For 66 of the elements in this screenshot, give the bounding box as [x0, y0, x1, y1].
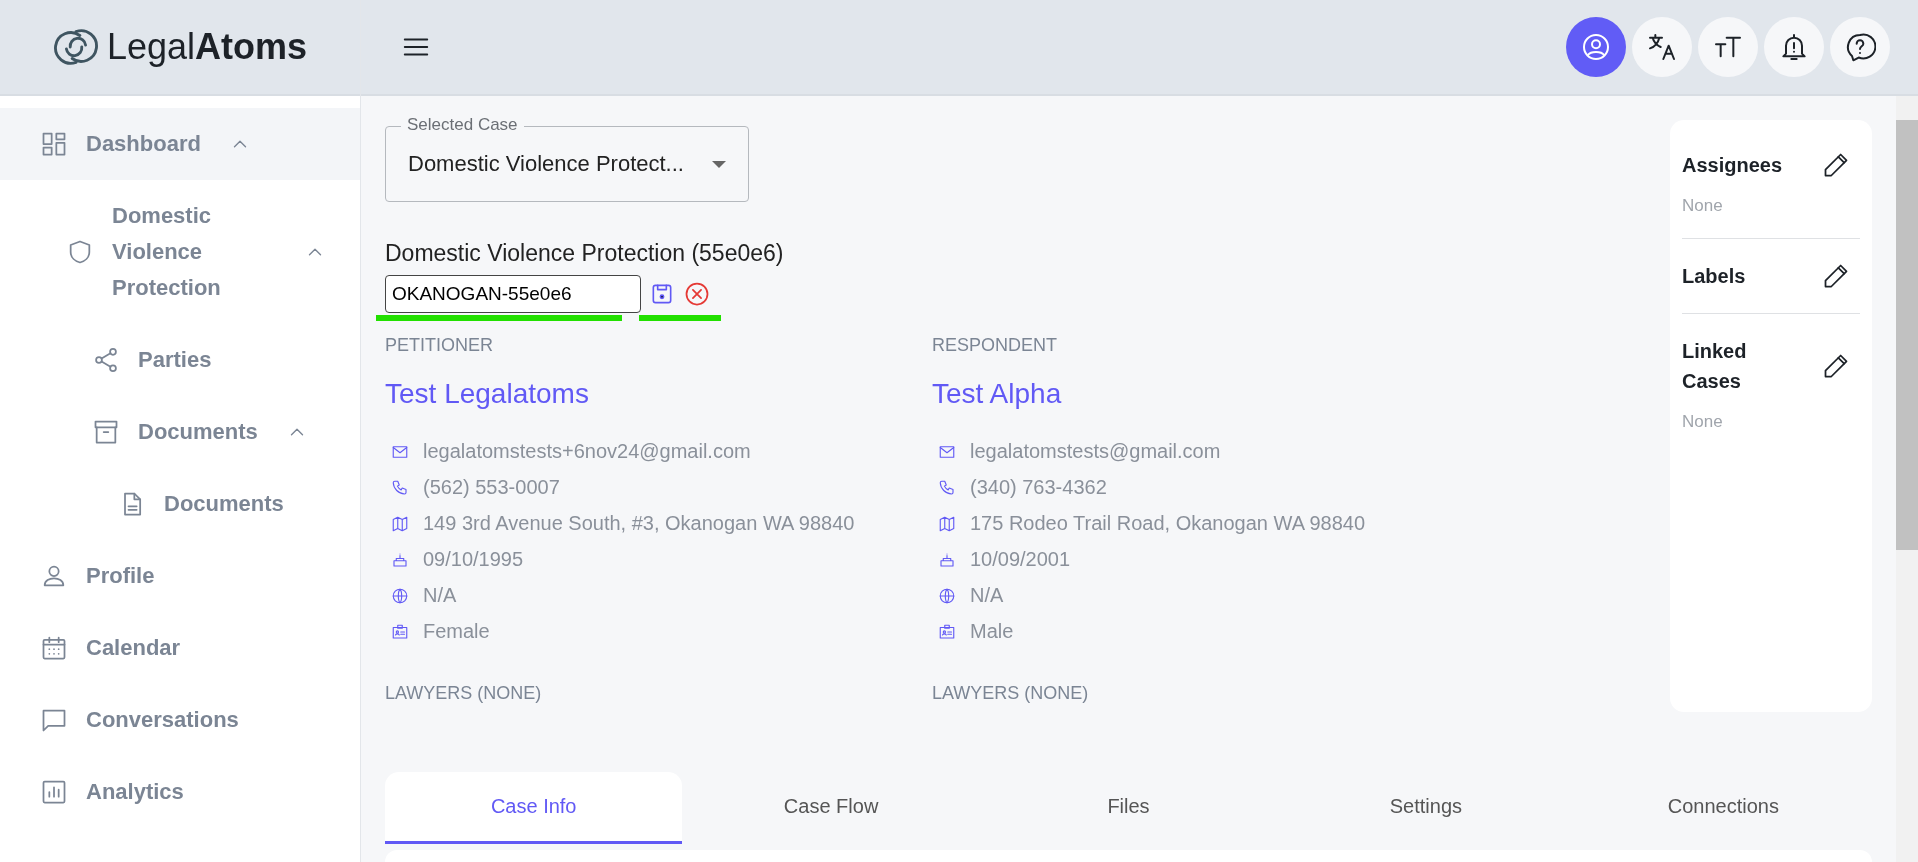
panel-value: None — [1682, 412, 1724, 432]
party-detail: Male — [970, 620, 1014, 643]
globe-icon — [391, 586, 409, 605]
map-icon — [391, 514, 409, 533]
tab[interactable]: Settings — [1277, 772, 1575, 844]
translate-icon — [1646, 31, 1678, 63]
map-icon — [938, 514, 956, 533]
chart-icon — [40, 778, 68, 806]
party-detail: Female — [423, 620, 490, 643]
profile-icon — [1580, 31, 1612, 63]
sidebar-item[interactable]: Dashboard — [0, 108, 360, 180]
party-detail: N/A — [970, 584, 1004, 607]
help-icon — [1844, 31, 1876, 63]
sidebar-item[interactable]: Domestic Violence Protection — [0, 180, 360, 324]
phone-icon — [938, 478, 956, 497]
panel-heading: Linked Cases — [1682, 339, 1748, 394]
id-card-icon — [938, 622, 956, 641]
party-role: PETITIONER — [385, 335, 494, 356]
profile-button[interactable] — [1566, 17, 1626, 77]
phone-icon — [391, 478, 409, 497]
party-detail: 10/09/2001 — [970, 548, 1071, 571]
sidebar-item[interactable]: Documents — [0, 468, 360, 540]
party-detail: (562) 553-0007 — [423, 476, 560, 499]
party-name-link[interactable]: Test Legalatoms — [385, 378, 932, 410]
edit-button[interactable] — [1822, 151, 1850, 179]
sidebar-item[interactable]: Parties — [0, 324, 360, 396]
sidebar-item[interactable]: Conversations — [0, 684, 360, 756]
tab[interactable]: Connections — [1574, 772, 1873, 844]
share-icon — [92, 346, 120, 374]
pencil-icon — [1822, 262, 1850, 290]
panel-value: None — [1682, 196, 1724, 216]
tab[interactable]: Case Info — [385, 772, 683, 844]
panel-heading: Assignees — [1682, 153, 1783, 178]
sidebar-item[interactable]: Calendar — [0, 612, 360, 684]
case-name-input[interactable]: OKANOGAN-55e0e6 — [385, 275, 641, 313]
panel-heading: Labels — [1682, 264, 1746, 289]
party-detail: (340) 763-4362 — [970, 476, 1107, 499]
party-detail: 149 3rd Avenue South, #3, Okanogan WA 98840 — [423, 512, 855, 535]
sidebar-item[interactable]: Documents — [0, 396, 360, 468]
calendar-icon — [40, 634, 68, 662]
edit-button[interactable] — [1822, 262, 1850, 290]
tab[interactable]: Files — [979, 772, 1278, 844]
logo-wordmark: LegalAtoms — [106, 26, 308, 68]
party-detail: legalatomstests+6nov24@gmail.com — [423, 440, 751, 463]
scrollbar[interactable] — [1896, 96, 1918, 862]
lawyers-heading: LAWYERS (NONE) — [932, 683, 1090, 704]
party-detail: 09/10/1995 — [423, 548, 524, 571]
edit-button[interactable] — [1822, 352, 1850, 380]
lawyers-heading: LAWYERS (NONE) — [385, 683, 543, 704]
id-card-icon — [391, 622, 409, 641]
tab[interactable]: Case Flow — [682, 772, 980, 844]
party-role: RESPONDENT — [932, 335, 1058, 356]
globe-icon — [938, 586, 956, 605]
archive-icon — [92, 418, 120, 446]
party-detail: N/A — [423, 584, 457, 607]
close-icon — [683, 280, 711, 308]
party-detail: 175 Rodeo Trail Road, Okanogan WA 98840 — [970, 512, 1366, 535]
sidebar-item[interactable]: Profile — [0, 540, 360, 612]
party-detail: legalatomstests@gmail.com — [970, 440, 1221, 463]
party-name-link[interactable]: Test Alpha — [932, 378, 1479, 410]
case-title: Domestic Violence Protection (55e0e6) — [385, 240, 785, 267]
pencil-icon — [1822, 151, 1850, 179]
pencil-icon — [1822, 352, 1850, 380]
cancel-button[interactable] — [683, 280, 711, 308]
sidebar-item[interactable]: Analytics — [0, 756, 360, 828]
grid-icon — [40, 130, 68, 158]
